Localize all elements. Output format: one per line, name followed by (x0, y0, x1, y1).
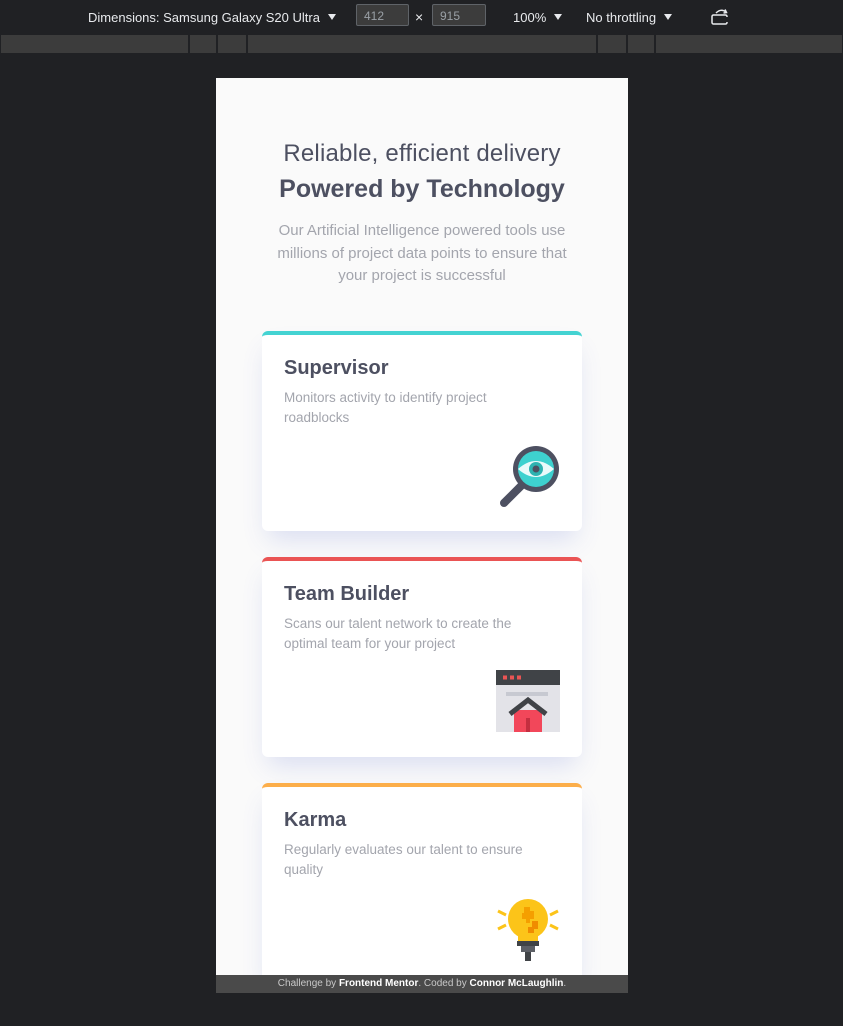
device-viewport: Reliable, efficient delivery Powered by … (216, 78, 628, 993)
media-query-segment[interactable] (218, 35, 246, 53)
hero-title: Powered by Technology (279, 175, 565, 203)
attribution-footer: Challenge by Frontend Mentor. Coded by C… (216, 975, 628, 993)
zoom-selector[interactable]: 100% (513, 0, 563, 34)
width-input[interactable]: 412 (356, 4, 409, 26)
lightbulb-puzzle-icon (497, 899, 559, 961)
attribution-prefix: Challenge by (277, 978, 339, 989)
card-description: Regularly evaluates our talent to ensure… (284, 842, 523, 877)
card-supervisor: Supervisor Monitors activity to identify… (262, 331, 582, 531)
times-symbol: × (415, 9, 424, 25)
media-query-segment[interactable] (248, 35, 596, 53)
card-title: Team Builder (284, 583, 410, 605)
card-description: Scans our talent network to create the o… (284, 616, 512, 651)
throttle-label: No throttling (586, 9, 657, 25)
devtools-toolbar: Dimensions: Samsung Galaxy S20 Ultra 412… (0, 0, 843, 34)
card-karma: Karma Regularly evaluates our talent to … (262, 783, 582, 983)
height-input[interactable]: 915 (432, 4, 486, 26)
card-title: Karma (284, 809, 347, 831)
media-query-segment[interactable] (656, 35, 842, 53)
device-label: Dimensions: Samsung Galaxy S20 Ultra (88, 9, 320, 25)
browser-house-icon (496, 670, 560, 732)
attribution-middle: . Coded by (418, 978, 470, 989)
media-query-bar (0, 34, 843, 54)
card-title: Supervisor (284, 357, 389, 379)
card-team-builder: Team Builder Scans our talent network to… (262, 557, 582, 757)
card-description: Monitors activity to identify project ro… (284, 390, 487, 425)
author-link[interactable]: Connor McLaughlin (470, 978, 564, 989)
hero-subtitle: Reliable, efficient delivery (283, 140, 561, 167)
media-query-segment[interactable] (190, 35, 216, 53)
frontend-mentor-link[interactable]: Frontend Mentor (339, 978, 418, 989)
throttle-selector[interactable]: No throttling (586, 0, 673, 34)
hero-description: Our Artificial Intelligence powered tool… (277, 222, 567, 284)
attribution-suffix: . (563, 978, 567, 989)
zoom-label: 100% (513, 9, 547, 25)
chevron-down-icon (554, 14, 563, 20)
magnifier-eye-icon (500, 446, 559, 507)
device-selector[interactable]: Dimensions: Samsung Galaxy S20 Ultra (88, 0, 336, 34)
media-query-segment[interactable] (1, 35, 188, 53)
media-query-segment[interactable] (628, 35, 654, 53)
chevron-down-icon (664, 14, 673, 20)
rotate-device-icon[interactable] (710, 8, 732, 26)
chevron-down-icon (327, 14, 336, 20)
media-query-segment[interactable] (598, 35, 626, 53)
